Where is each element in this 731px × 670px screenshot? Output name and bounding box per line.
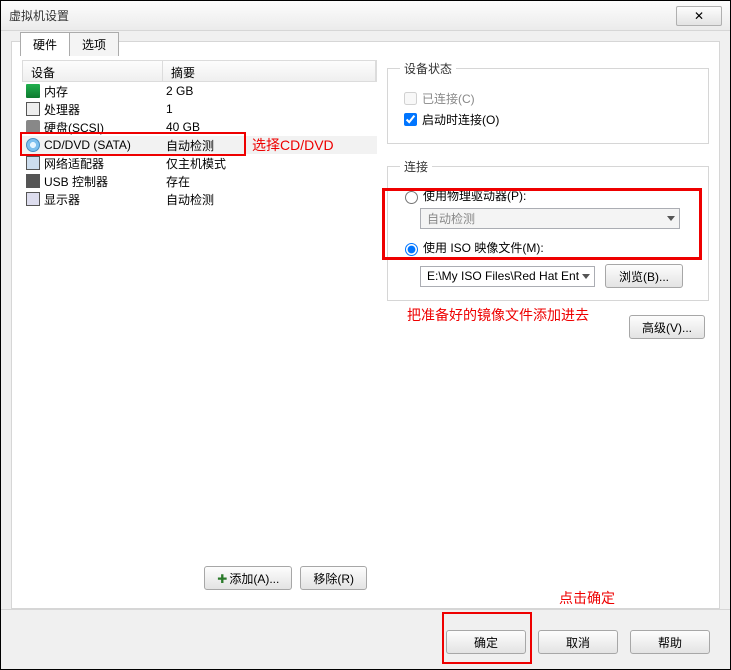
tab-content: 设备 摘要 内存2 GB 处理器1 硬盘(SCSI)40 GB CD/DVD (… [22,60,709,598]
help-button[interactable]: 帮助 [630,630,710,654]
help-button-label: 帮助 [658,636,682,650]
cancel-button-label: 取消 [566,636,590,650]
add-hardware-label: 添加(A)... [229,572,279,586]
physical-drive-value: 自动检测 [427,210,475,227]
use-physical-label: 使用物理驱动器(P): [423,187,526,204]
col-summary: 摘要 [163,61,376,81]
row-display-summary: 自动检测 [162,191,377,208]
row-memory-label: 内存 [44,83,162,100]
hardware-table-header: 设备 摘要 [22,60,377,82]
tab-hardware[interactable]: 硬件 [20,32,70,56]
plus-icon: ✚ [217,572,227,586]
row-cddvd-label: CD/DVD (SATA) [44,138,162,152]
row-cpu[interactable]: 处理器1 [22,100,377,118]
title-bar: 虚拟机设置 ✕ [1,1,730,31]
row-cpu-summary: 1 [162,102,377,116]
row-display[interactable]: 显示器自动检测 [22,190,377,208]
connected-label: 已连接(C) [422,90,475,107]
annotation-add-image: 把准备好的镜像文件添加进去 [407,305,589,325]
hardware-list-pane: 设备 摘要 内存2 GB 处理器1 硬盘(SCSI)40 GB CD/DVD (… [22,60,377,598]
annotation-select-cddvd: 选择CD/DVD [252,135,334,155]
connection-legend: 连接 [400,158,432,175]
iso-path-combo[interactable]: E:\My ISO Files\Red Hat Ent [420,266,595,287]
advanced-button[interactable]: 高级(V)... [629,315,705,339]
dialog-button-bar: 确定 取消 帮助 [1,609,730,669]
close-icon: ✕ [694,9,704,23]
window-title: 虚拟机设置 [9,7,69,24]
row-usb[interactable]: USB 控制器存在 [22,172,377,190]
cd-icon [26,138,40,152]
device-status-legend: 设备状态 [400,60,456,77]
tab-options[interactable]: 选项 [69,32,119,56]
display-icon [26,192,40,206]
row-memory-summary: 2 GB [162,84,377,98]
row-network-label: 网络适配器 [44,155,162,172]
dialog-body: 硬件 选项 设备 摘要 内存2 GB 处理器1 硬盘(SCSI)40 GB CD… [11,41,720,609]
row-cpu-label: 处理器 [44,101,162,118]
row-hdd[interactable]: 硬盘(SCSI)40 GB [22,118,377,136]
row-hdd-label: 硬盘(SCSI) [44,119,162,136]
advanced-button-label: 高级(V)... [642,321,692,335]
row-network-summary: 仅主机模式 [162,155,377,172]
use-physical-radio[interactable] [405,191,418,204]
connect-on-power-checkbox[interactable] [404,113,417,126]
iso-path-value: E:\My ISO Files\Red Hat Ent [427,269,579,283]
vm-settings-dialog: 虚拟机设置 ✕ 硬件 选项 设备 摘要 内存2 GB 处理器1 硬盘(SCSI)… [0,0,731,670]
device-detail-pane: 设备状态 已连接(C) 启动时连接(O) 连接 使用物理驱动器(P): [377,60,709,598]
cancel-button[interactable]: 取消 [538,630,618,654]
use-iso-label: 使用 ISO 映像文件(M): [423,239,544,256]
add-hardware-button[interactable]: ✚添加(A)... [204,566,292,590]
row-usb-label: USB 控制器 [44,173,162,190]
usb-icon [26,174,40,188]
row-memory[interactable]: 内存2 GB [22,82,377,100]
ok-button[interactable]: 确定 [446,630,526,654]
ok-button-label: 确定 [474,636,498,650]
tab-hardware-label: 硬件 [33,38,57,52]
chevron-down-icon [667,216,675,221]
remove-hardware-label: 移除(R) [313,572,354,586]
network-icon [26,156,40,170]
connect-on-power-row: 启动时连接(O) [400,110,696,129]
hardware-buttons: ✚添加(A)... 移除(R) [22,558,377,598]
browse-button[interactable]: 浏览(B)... [605,264,683,288]
connection-group: 连接 使用物理驱动器(P): 自动检测 使用 ISO 映像文件(M): [387,158,709,301]
annotation-click-ok: 点击确定 [559,588,615,608]
memory-icon [26,84,40,98]
connect-on-power-label: 启动时连接(O) [422,111,499,128]
hdd-icon [26,120,40,134]
tab-strip: 硬件 选项 [20,32,118,56]
connected-checkbox [404,92,417,105]
use-physical-row: 使用物理驱动器(P): [400,187,696,204]
row-network[interactable]: 网络适配器仅主机模式 [22,154,377,172]
row-usb-summary: 存在 [162,173,377,190]
physical-drive-dropdown: 自动检测 [420,208,680,229]
close-button[interactable]: ✕ [676,6,722,26]
device-status-group: 设备状态 已连接(C) 启动时连接(O) [387,60,709,144]
browse-button-label: 浏览(B)... [619,270,669,284]
row-display-label: 显示器 [44,191,162,208]
tab-options-label: 选项 [82,38,106,52]
use-iso-radio[interactable] [405,243,418,256]
col-device: 设备 [23,61,163,81]
use-iso-row: 使用 ISO 映像文件(M): [400,239,696,256]
chevron-down-icon [582,274,590,279]
connected-row: 已连接(C) [400,89,696,108]
row-hdd-summary: 40 GB [162,120,377,134]
cpu-icon [26,102,40,116]
remove-hardware-button[interactable]: 移除(R) [300,566,367,590]
